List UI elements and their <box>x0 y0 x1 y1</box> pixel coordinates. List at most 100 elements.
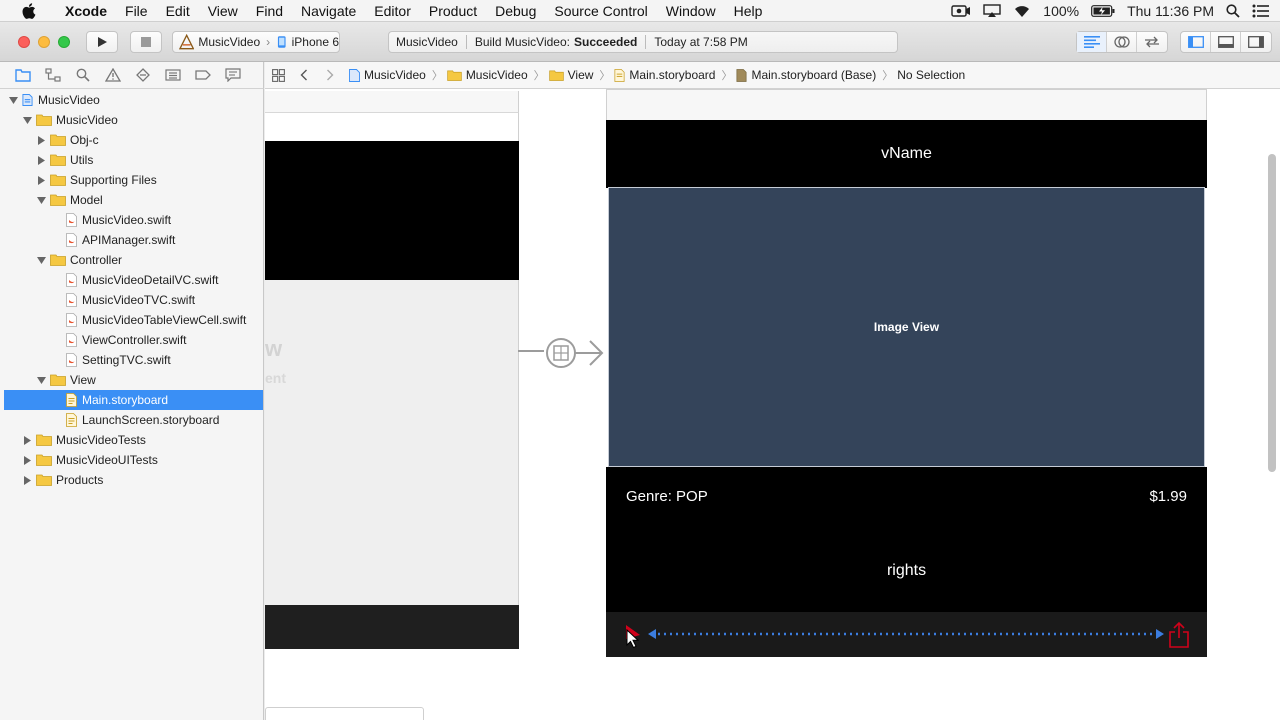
test-navigator-tab[interactable] <box>134 67 151 84</box>
tree-row-folder[interactable]: Model <box>4 190 263 210</box>
breadcrumb-file[interactable]: Main.storyboard <box>614 68 715 82</box>
tree-row-file[interactable]: MusicVideoTVC.swift <box>4 290 263 310</box>
tree-row-folder[interactable]: MusicVideoUITests <box>4 450 263 470</box>
disclosure-open-icon[interactable] <box>22 115 32 125</box>
project-navigator: MusicVideo MusicVideo Obj-c Utils Suppor… <box>0 89 264 720</box>
genre-label[interactable]: Genre: POP <box>626 488 708 505</box>
go-forward-button[interactable] <box>317 62 343 89</box>
find-navigator-tab[interactable] <box>74 67 91 84</box>
disclosure-open-icon[interactable] <box>8 95 18 105</box>
activity-project-label: MusicVideo <box>396 35 458 49</box>
tree-row-file[interactable]: MusicVideoDetailVC.swift <box>4 270 263 290</box>
storyboard-canvas[interactable]: w ent vName Image View Genre: POP $1.99 … <box>265 89 1280 720</box>
symbol-navigator-tab[interactable] <box>44 67 61 84</box>
previous-scene-black-view[interactable] <box>265 141 519 280</box>
tree-row-folder[interactable]: Utils <box>4 150 263 170</box>
disclosure-closed-icon[interactable] <box>36 155 46 165</box>
jump-bar: MusicVideo 〉 MusicVideo 〉 View 〉 Main.st… <box>265 62 1280 89</box>
apple-icon[interactable] <box>20 2 38 19</box>
menu-source-control[interactable]: Source Control <box>545 0 656 22</box>
disclosure-open-icon[interactable] <box>36 375 46 385</box>
breadcrumb-label: View <box>567 68 594 82</box>
detail-scene[interactable]: vName Image View Genre: POP $1.99 rights <box>606 89 1207 657</box>
standard-editor-button[interactable] <box>1077 32 1107 52</box>
tree-row-project[interactable]: MusicVideo <box>4 90 263 110</box>
disclosure-closed-icon[interactable] <box>22 455 32 465</box>
breadcrumb-group[interactable]: MusicVideo <box>447 68 528 82</box>
segue-arrow[interactable] <box>518 334 608 374</box>
notification-center-icon[interactable] <box>1252 4 1270 18</box>
tree-row-file[interactable]: MusicVideo.swift <box>4 210 263 230</box>
menu-file[interactable]: File <box>116 0 157 22</box>
wifi-icon[interactable] <box>1013 4 1031 18</box>
previous-scene[interactable]: w ent <box>265 91 519 651</box>
window-minimize-button[interactable] <box>38 36 50 48</box>
toggle-utilities-button[interactable] <box>1241 32 1271 52</box>
project-navigator-tab[interactable] <box>14 67 31 84</box>
menu-product[interactable]: Product <box>420 0 486 22</box>
previous-scene-subtitle-fragment: ent <box>265 370 286 386</box>
disclosure-closed-icon[interactable] <box>22 475 32 485</box>
breadcrumb-selection[interactable]: No Selection <box>897 68 965 82</box>
menu-find[interactable]: Find <box>247 0 292 22</box>
menu-editor[interactable]: Editor <box>365 0 420 22</box>
assistant-editor-button[interactable] <box>1107 32 1137 52</box>
tree-row-folder[interactable]: Supporting Files <box>4 170 263 190</box>
image-view[interactable]: Image View <box>608 187 1205 467</box>
price-label[interactable]: $1.99 <box>1149 488 1187 505</box>
tree-row-file[interactable]: LaunchScreen.storyboard <box>4 410 263 430</box>
menu-window[interactable]: Window <box>657 0 725 22</box>
airplay-icon[interactable] <box>983 4 1001 18</box>
screen-record-icon[interactable] <box>951 4 971 18</box>
scheme-selector[interactable]: MusicVideo › iPhone 6 <box>172 31 340 53</box>
toggle-navigator-button[interactable] <box>1181 32 1211 52</box>
report-navigator-tab[interactable] <box>224 67 241 84</box>
spotlight-search-icon[interactable] <box>1226 4 1240 18</box>
breakpoint-navigator-tab[interactable] <box>194 67 211 84</box>
tree-row-folder[interactable]: Obj-c <box>4 130 263 150</box>
version-editor-button[interactable] <box>1137 32 1167 52</box>
constraint-dotted-line[interactable] <box>646 626 1166 642</box>
menu-app-xcode[interactable]: Xcode <box>56 0 116 22</box>
menubar-clock[interactable]: Thu 11:36 PM <box>1127 3 1214 19</box>
related-items-button[interactable] <box>265 62 291 89</box>
share-icon[interactable] <box>1168 621 1190 649</box>
stop-button[interactable] <box>130 31 162 53</box>
tree-row-file[interactable]: ViewController.swift <box>4 330 263 350</box>
previous-scene-content-view[interactable]: w ent <box>265 280 519 605</box>
go-back-button[interactable] <box>291 62 317 89</box>
run-button[interactable] <box>86 31 118 53</box>
menu-navigate[interactable]: Navigate <box>292 0 365 22</box>
window-zoom-button[interactable] <box>58 36 70 48</box>
menu-debug[interactable]: Debug <box>486 0 545 22</box>
tree-row-file[interactable]: APIManager.swift <box>4 230 263 250</box>
disclosure-open-icon[interactable] <box>36 255 46 265</box>
battery-icon[interactable] <box>1091 5 1115 17</box>
breadcrumb-view-group[interactable]: View <box>548 68 594 82</box>
tree-row-file[interactable]: SettingTVC.swift <box>4 350 263 370</box>
tree-row-folder[interactable]: MusicVideoTests <box>4 430 263 450</box>
tree-row-label: View <box>70 373 96 387</box>
toggle-debug-area-button[interactable] <box>1211 32 1241 52</box>
vname-label[interactable]: vName <box>606 120 1207 188</box>
tree-row-folder[interactable]: MusicVideo <box>4 110 263 130</box>
menu-help[interactable]: Help <box>725 0 772 22</box>
rights-label[interactable]: rights <box>606 562 1207 580</box>
tree-row-folder[interactable]: Products <box>4 470 263 490</box>
tree-row-folder[interactable]: Controller <box>4 250 263 270</box>
issue-navigator-tab[interactable] <box>104 67 121 84</box>
disclosure-open-icon[interactable] <box>36 195 46 205</box>
menu-edit[interactable]: Edit <box>157 0 199 22</box>
breadcrumb-localization[interactable]: Main.storyboard (Base) <box>736 68 876 82</box>
window-close-button[interactable] <box>18 36 30 48</box>
tree-row-file[interactable]: MusicVideoTableViewCell.swift <box>4 310 263 330</box>
menu-view[interactable]: View <box>199 0 247 22</box>
tree-row-file-selected[interactable]: Main.storyboard <box>4 390 263 410</box>
disclosure-closed-icon[interactable] <box>22 435 32 445</box>
disclosure-closed-icon[interactable] <box>36 135 46 145</box>
disclosure-closed-icon[interactable] <box>36 175 46 185</box>
tree-row-folder[interactable]: View <box>4 370 263 390</box>
debug-navigator-tab[interactable] <box>164 67 181 84</box>
canvas-vertical-scrollbar[interactable] <box>1268 154 1276 472</box>
breadcrumb-project[interactable]: MusicVideo <box>349 68 426 82</box>
